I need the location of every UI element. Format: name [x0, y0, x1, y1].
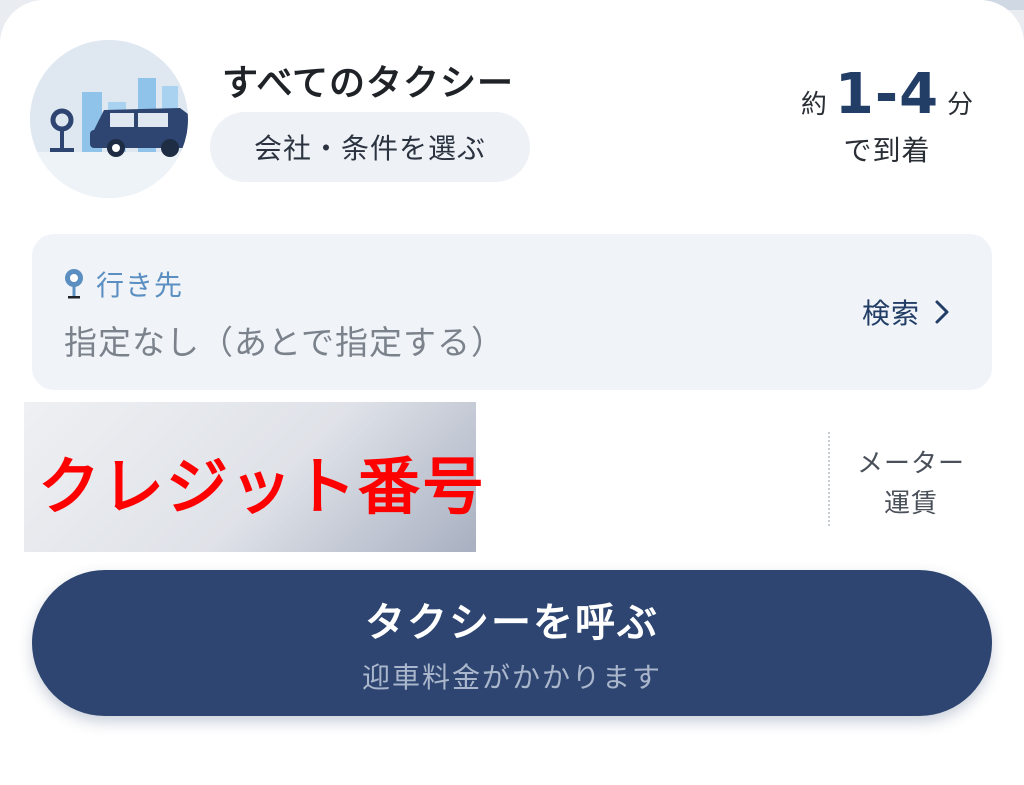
location-pin-icon	[65, 269, 83, 299]
eta-display: 約 1-4 分 で到着	[792, 62, 982, 169]
call-taxi-sublabel: 迎車料金がかかります	[361, 661, 662, 694]
fare-type-line1: メーター	[856, 449, 965, 479]
call-taxi-label: タクシーを呼ぶ	[365, 600, 659, 646]
eta-value: 1-4	[834, 62, 940, 127]
redaction-label: クレジット番号	[38, 450, 487, 523]
fare-type: メーター 運賃	[846, 444, 976, 524]
service-title: すべてのタクシー	[222, 63, 515, 104]
payment-method-redacted[interactable]: クレジット番号	[24, 402, 484, 552]
eta-prefix: 約	[800, 90, 827, 120]
eta-unit: 分	[947, 90, 974, 120]
taxi-illustration-icon	[30, 40, 188, 198]
eta-suffix: で到着	[843, 134, 931, 167]
bottom-sheet: すべてのタクシー 会社・条件を選ぶ 約 1-4 分 で到着 行き先 指定なし（あ…	[0, 0, 1024, 785]
choose-chip-label: 会社・条件を選ぶ	[253, 132, 486, 165]
choose-company-conditions-button[interactable]: 会社・条件を選ぶ	[210, 112, 530, 182]
search-label: 検索	[861, 297, 920, 330]
destination-search-link[interactable]: 検索	[862, 292, 950, 332]
fare-type-line2: 運賃	[883, 489, 938, 519]
destination-label: 行き先	[96, 269, 184, 302]
call-taxi-button[interactable]: タクシーを呼ぶ 迎車料金がかかります	[32, 570, 992, 716]
destination-value: 指定なし（あとで指定する）	[64, 323, 506, 362]
destination-label-row: 行き先	[62, 264, 183, 304]
chevron-right-icon	[935, 300, 949, 324]
fare-divider	[828, 432, 830, 526]
destination-field[interactable]: 行き先 指定なし（あとで指定する） 検索	[32, 234, 992, 390]
taxi-order-panel: すべてのタクシー 会社・条件を選ぶ 約 1-4 分 で到着 行き先 指定なし（あ…	[0, 0, 1024, 785]
